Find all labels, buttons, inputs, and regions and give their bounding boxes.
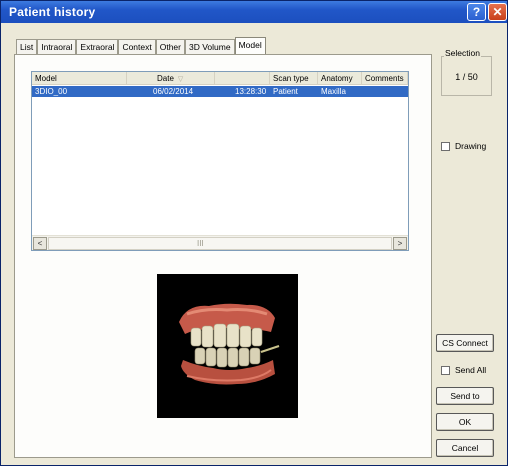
close-icon: ✕ — [492, 5, 503, 19]
scroll-thumb[interactable]: III — [48, 237, 392, 250]
cell-scan-type: Patient — [273, 87, 298, 96]
scroll-right-button[interactable]: > — [393, 237, 407, 250]
tab-model[interactable]: Model — [234, 37, 266, 55]
tab-strip: List Intraoral Extraoral Context Other 3… — [16, 37, 266, 55]
list-header: Model Date ▽ Scan type Anatomy Comments — [32, 72, 408, 85]
model-tab-panel: Model Date ▽ Scan type Anatomy Comments 3… — [14, 54, 432, 458]
help-button[interactable]: ? — [467, 3, 486, 21]
drawing-label: Drawing — [455, 141, 487, 151]
tab-3d-volume[interactable]: 3D Volume — [185, 39, 235, 55]
tab-intraoral[interactable]: Intraoral — [37, 39, 77, 55]
chevron-right-icon: > — [397, 239, 403, 248]
dialog-content: List Intraoral Extraoral Context Other 3… — [4, 25, 504, 463]
tab-context[interactable]: Context — [118, 39, 156, 55]
chevron-left-icon: < — [37, 239, 43, 248]
horizontal-scrollbar[interactable]: < III > — [32, 235, 408, 250]
column-header-date[interactable]: Date ▽ — [127, 72, 215, 85]
cell-comments — [362, 86, 408, 97]
selection-label: Selection — [444, 48, 481, 58]
tab-list[interactable]: List — [16, 39, 38, 55]
column-header-time[interactable] — [215, 72, 270, 85]
drawing-checkbox[interactable] — [441, 142, 450, 151]
send-all-label: Send All — [455, 365, 487, 375]
tab-other[interactable]: Other — [155, 39, 185, 55]
cs-connect-button[interactable]: CS Connect — [436, 334, 494, 352]
column-header-scan-type[interactable]: Scan type — [270, 72, 318, 85]
tab-extraoral[interactable]: Extraoral — [76, 39, 119, 55]
dialog-title: Patient history — [9, 5, 96, 19]
send-all-checkbox[interactable] — [441, 366, 450, 375]
cell-date: 06/02/2014 — [153, 87, 194, 96]
ok-button[interactable]: OK — [436, 413, 494, 431]
close-button[interactable]: ✕ — [488, 3, 507, 21]
title-bar[interactable]: Patient history ? ✕ — [1, 1, 507, 23]
selection-count: 1 / 50 — [455, 72, 478, 82]
column-header-comments[interactable]: Comments — [362, 72, 408, 85]
table-row[interactable]: 3DIO_00 06/02/2014 13:28:30 Patient Maxi… — [32, 86, 408, 97]
sort-arrow-icon: ▽ — [177, 76, 184, 83]
cell-anatomy: Maxilla — [321, 87, 346, 96]
model-preview-3d[interactable] — [157, 274, 298, 418]
model-list[interactable]: Model Date ▽ Scan type Anatomy Comments 3… — [31, 71, 409, 251]
dental-model-image — [157, 274, 298, 418]
cancel-button[interactable]: Cancel — [436, 439, 494, 457]
grip-icon: III — [197, 239, 204, 248]
cell-model: 3DIO_00 — [35, 87, 68, 96]
column-header-anatomy[interactable]: Anatomy — [318, 72, 362, 85]
patient-history-dialog: Patient history ? ✕ List Intraoral Extra… — [0, 0, 508, 466]
send-to-button[interactable]: Send to — [436, 387, 494, 405]
column-header-model[interactable]: Model — [32, 72, 127, 85]
cell-time: 13:28:30 — [235, 87, 267, 96]
scroll-left-button[interactable]: < — [33, 237, 47, 250]
question-icon: ? — [472, 5, 481, 19]
